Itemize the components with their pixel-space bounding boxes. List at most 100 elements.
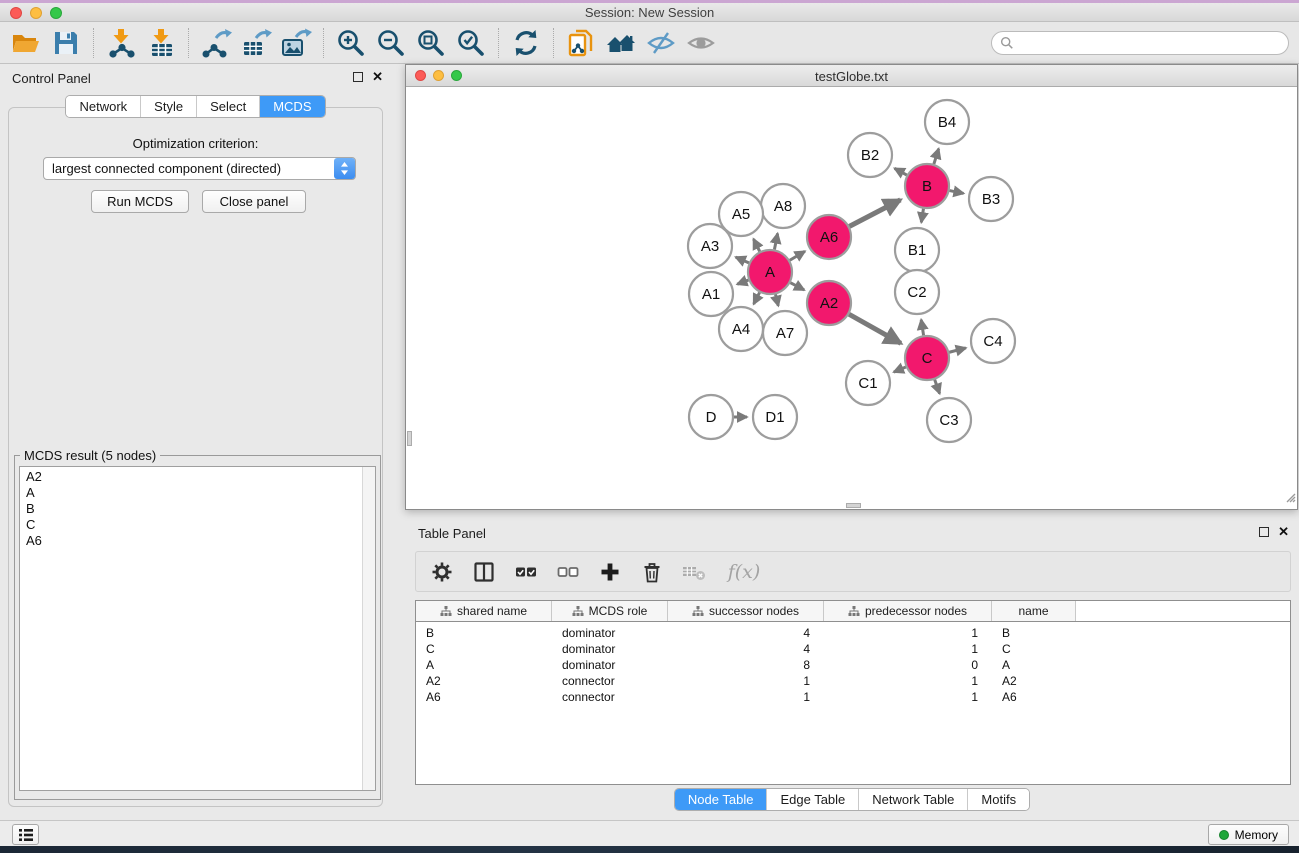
table-float-icon[interactable]: [1259, 527, 1269, 537]
graph-edge-B-B3[interactable]: [950, 191, 964, 194]
create-column-button[interactable]: [596, 557, 624, 587]
refresh-layout-button[interactable]: [506, 24, 546, 62]
graph-node-B1[interactable]: B1: [895, 228, 939, 272]
table-row[interactable]: A2connector11A2: [416, 673, 1290, 689]
graph-edge-B-B1[interactable]: [921, 209, 923, 223]
tab-mcds[interactable]: MCDS: [259, 96, 324, 117]
column-header-successor-nodes[interactable]: successor nodes: [668, 601, 824, 621]
search-input[interactable]: [1019, 34, 1288, 52]
resize-grip-icon[interactable]: [1284, 490, 1296, 508]
mcds-result-item[interactable]: B: [20, 501, 361, 517]
import-network-button[interactable]: [101, 24, 141, 62]
graph-edge-B-B2[interactable]: [895, 168, 907, 175]
graph-edge-C-C4[interactable]: [949, 348, 966, 352]
export-network-button[interactable]: [196, 24, 236, 62]
column-header-name[interactable]: name: [992, 601, 1076, 621]
graph-edge-A2-C[interactable]: [849, 314, 901, 343]
tab-network[interactable]: Network: [66, 96, 140, 117]
graph-edge-C-C1[interactable]: [894, 367, 906, 372]
graph-node-A2[interactable]: A2: [807, 281, 851, 325]
graph-node-C4[interactable]: C4: [971, 319, 1015, 363]
graph-node-A[interactable]: A: [748, 250, 792, 294]
tab-edge-table[interactable]: Edge Table: [766, 789, 858, 810]
mcds-result-item[interactable]: A2: [20, 469, 361, 485]
tab-select[interactable]: Select: [196, 96, 259, 117]
table-close-icon[interactable]: ✕: [1278, 524, 1289, 540]
network-overview-button[interactable]: [601, 24, 641, 62]
column-header-shared-name[interactable]: shared name: [416, 601, 552, 621]
graph-node-A4[interactable]: A4: [719, 307, 763, 351]
graph-edge-A-A3[interactable]: [736, 257, 749, 263]
graph-node-B2[interactable]: B2: [848, 133, 892, 177]
graph-node-C3[interactable]: C3: [927, 398, 971, 442]
graph-node-D1[interactable]: D1: [753, 395, 797, 439]
mcds-result-list[interactable]: A2ABCA6: [19, 466, 376, 791]
zoom-fit-button[interactable]: [411, 24, 451, 62]
graph-node-A3[interactable]: A3: [688, 224, 732, 268]
mcds-result-item[interactable]: A: [20, 485, 361, 501]
zoom-out-button[interactable]: [371, 24, 411, 62]
mcds-result-item[interactable]: A6: [20, 533, 361, 549]
run-mcds-button[interactable]: Run MCDS: [91, 190, 189, 213]
delete-table-button[interactable]: [680, 557, 708, 587]
horizontal-scroll-indicator[interactable]: [846, 503, 861, 508]
network-window-titlebar[interactable]: testGlobe.txt: [406, 65, 1297, 87]
show-columns-button[interactable]: [470, 557, 498, 587]
column-header-predecessor-nodes[interactable]: predecessor nodes: [824, 601, 992, 621]
close-panel-icon[interactable]: ✕: [372, 69, 383, 85]
export-image-button[interactable]: [276, 24, 316, 62]
zoom-selected-button[interactable]: [451, 24, 491, 62]
list-scrollbar[interactable]: [362, 467, 375, 790]
zoom-in-button[interactable]: [331, 24, 371, 62]
table-row[interactable]: A6connector11A6: [416, 689, 1290, 705]
tab-node-table[interactable]: Node Table: [675, 789, 767, 810]
tab-network-table[interactable]: Network Table: [858, 789, 967, 810]
graph-edge-A-A1[interactable]: [737, 280, 748, 284]
graph-edge-A-A5[interactable]: [754, 239, 760, 251]
delete-columns-button[interactable]: [638, 557, 666, 587]
table-row[interactable]: Adominator80A: [416, 657, 1290, 673]
tab-style[interactable]: Style: [140, 96, 196, 117]
graph-edge-A-A2[interactable]: [790, 283, 804, 290]
table-settings-button[interactable]: [428, 557, 456, 587]
graph-node-A7[interactable]: A7: [763, 311, 807, 355]
duplicate-network-button[interactable]: [561, 24, 601, 62]
graph-node-A8[interactable]: A8: [761, 184, 805, 228]
graph-edge-A6-B[interactable]: [849, 200, 900, 227]
function-builder-button[interactable]: f(x): [722, 557, 766, 587]
graph-edge-B-B4[interactable]: [934, 149, 939, 164]
graph-node-B[interactable]: B: [905, 164, 949, 208]
graph-node-B4[interactable]: B4: [925, 100, 969, 144]
graph-edge-A-A8[interactable]: [774, 233, 777, 249]
save-session-button[interactable]: [46, 24, 86, 62]
graph-node-C1[interactable]: C1: [846, 361, 890, 405]
search-field[interactable]: [991, 31, 1289, 55]
export-table-button[interactable]: [236, 24, 276, 62]
graph-edge-A-A7[interactable]: [775, 294, 778, 305]
graph-edge-C-C3[interactable]: [935, 380, 940, 394]
close-panel-button[interactable]: Close panel: [202, 190, 306, 213]
graph-node-B3[interactable]: B3: [969, 177, 1013, 221]
task-history-button[interactable]: [12, 824, 39, 845]
graph-edge-A-A4[interactable]: [754, 292, 760, 304]
graph-edge-C-C2[interactable]: [921, 320, 923, 336]
vertical-scroll-indicator[interactable]: [407, 431, 412, 446]
graph-node-A6[interactable]: A6: [807, 215, 851, 259]
import-table-button[interactable]: [141, 24, 181, 62]
graph-node-A1[interactable]: A1: [689, 272, 733, 316]
show-graphics-details-button[interactable]: [681, 24, 721, 62]
hide-graphics-details-button[interactable]: [641, 24, 681, 62]
tab-motifs[interactable]: Motifs: [967, 789, 1029, 810]
float-panel-icon[interactable]: [353, 72, 363, 82]
graph-node-D[interactable]: D: [689, 395, 733, 439]
graph-edge-A-A6[interactable]: [790, 251, 805, 260]
memory-button[interactable]: Memory: [1208, 824, 1289, 845]
unselect-all-columns-button[interactable]: [554, 557, 582, 587]
graph-node-C[interactable]: C: [905, 336, 949, 380]
graph-node-C2[interactable]: C2: [895, 270, 939, 314]
select-all-columns-button[interactable]: [512, 557, 540, 587]
table-row[interactable]: Bdominator41B: [416, 625, 1290, 641]
network-canvas[interactable]: B4B2BB3A8A5A6A3B1AA1C2A2A4A7C4CC1C3DD1: [406, 87, 1297, 509]
mcds-result-item[interactable]: C: [20, 517, 361, 533]
criterion-dropdown[interactable]: largest connected component (directed): [43, 157, 356, 180]
